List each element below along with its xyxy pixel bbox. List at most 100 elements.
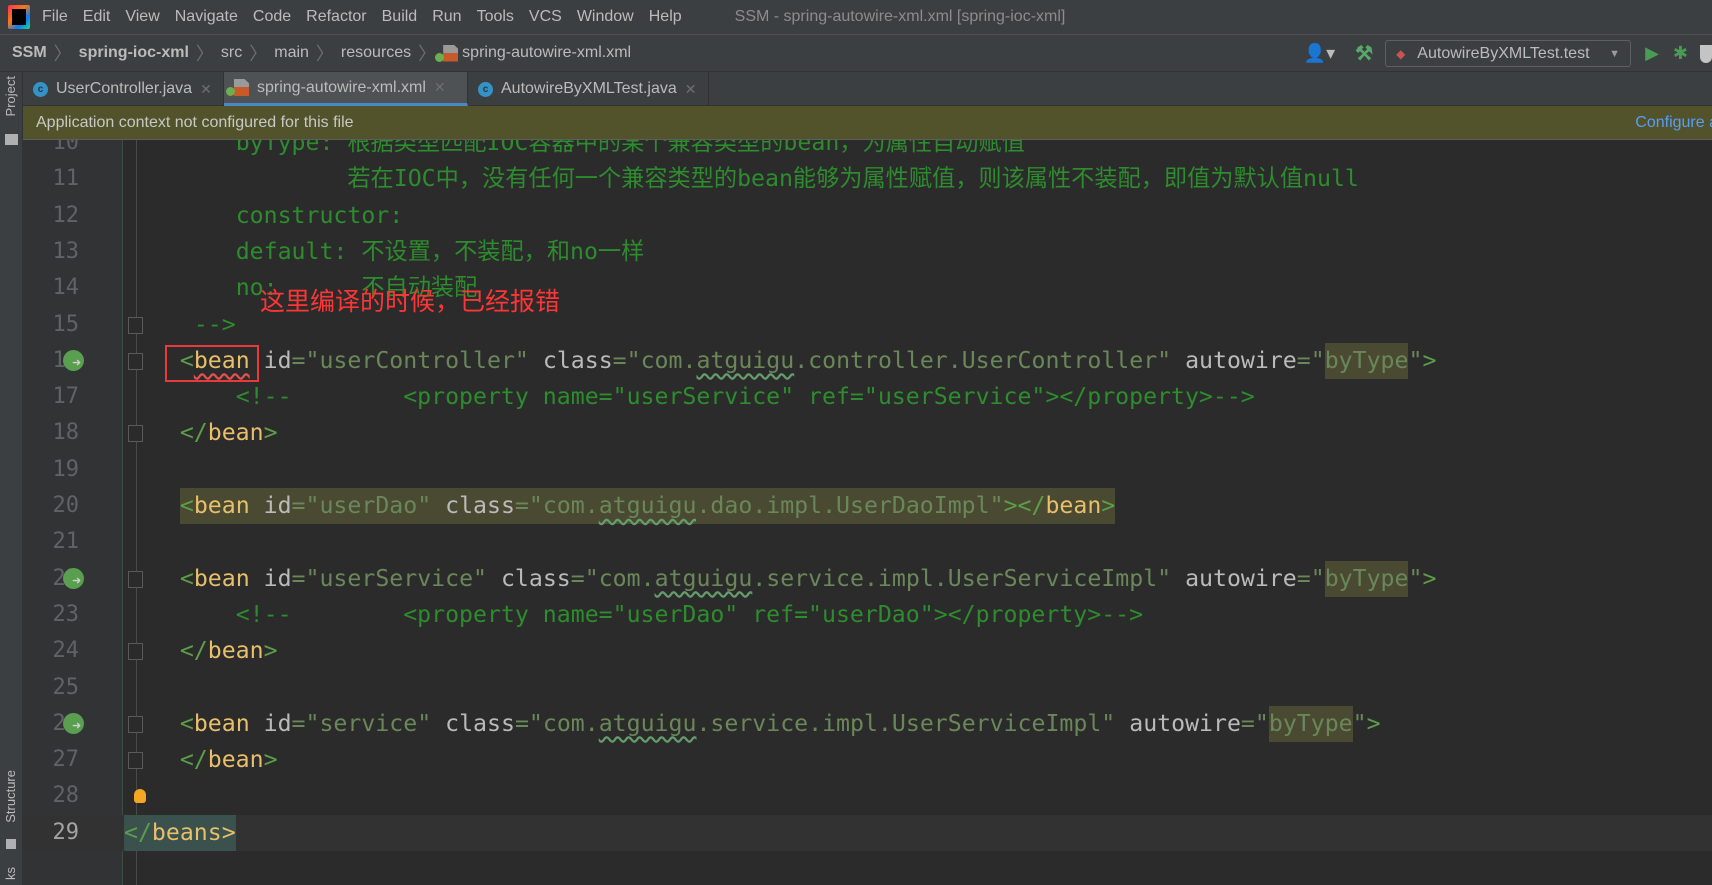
code-line-18[interactable]: 18 </bean> [23, 415, 1712, 451]
window-title: SSM - spring-autowire-xml.xml [spring-io… [734, 8, 1066, 25]
menu-navigate[interactable]: Navigate [175, 8, 238, 26]
code-line-16[interactable]: 16 <bean id="userController" class="com.… [23, 342, 1712, 379]
code-token: byType [1324, 342, 1409, 379]
code-token: bean [193, 488, 250, 524]
code-token: = [291, 564, 306, 592]
breadcrumb-separator: 〉 [315, 44, 334, 64]
breadcrumb-item[interactable]: spring-ioc-xml [79, 44, 189, 62]
menu-help[interactable]: Help [649, 8, 682, 26]
close-icon[interactable]: ✕ [685, 81, 697, 98]
menu-file[interactable]: File [42, 8, 68, 26]
breadcrumb-src[interactable]: src [221, 44, 242, 62]
breadcrumb-project[interactable]: SSM [12, 44, 47, 62]
run-icon[interactable]: ▶ [1645, 43, 1659, 64]
code-token: < [179, 564, 194, 592]
spring-bean-navigate-icon[interactable] [63, 712, 84, 734]
code-line-20[interactable]: 20 <bean id="userDao" class="com.atguigu… [23, 488, 1712, 524]
banner-message: Application context not configured for t… [36, 113, 354, 131]
code-line-13[interactable]: 13 default: 不设置，不装配，和no一样 [23, 234, 1712, 270]
menu-view[interactable]: View [125, 8, 159, 26]
code-line-28[interactable]: 28 [23, 778, 1712, 814]
menu-refactor[interactable]: Refactor [306, 8, 366, 26]
code-token: constructor: [235, 201, 404, 229]
configure-link[interactable]: Configure a [1635, 114, 1712, 132]
code-token: </ [179, 419, 208, 447]
code-line-22[interactable]: 22 <bean id="userService" class="com.atg… [23, 560, 1712, 597]
menu-run[interactable]: Run [432, 8, 461, 26]
spring-bean-navigate-icon[interactable] [63, 567, 84, 589]
code-token: id [249, 488, 292, 524]
code-line-27[interactable]: 27 </bean> [23, 742, 1712, 778]
code-token: byType [1268, 705, 1353, 742]
code-text: default: 不设置，不装配，和no一样 [124, 234, 645, 270]
line-number: 24 [52, 638, 80, 664]
code-line-29[interactable]: 29 </beans> [23, 814, 1712, 851]
menu-tools[interactable]: Tools [477, 8, 514, 26]
breadcrumb-module[interactable]: spring-ioc-xml [79, 44, 189, 62]
code-token: > [1366, 709, 1381, 737]
code-token: " [1254, 709, 1269, 737]
code-token: " [1310, 346, 1325, 374]
coverage-shield-icon[interactable] [1700, 44, 1712, 63]
code-line-25[interactable]: 25 [23, 670, 1712, 706]
menu-code[interactable]: Code [253, 8, 291, 26]
code-token: autowire [1129, 709, 1241, 737]
menu-edit[interactable]: Edit [83, 8, 111, 26]
breadcrumb-main[interactable]: main [274, 44, 309, 62]
code-text: byType: 根据类型匹配IOC容器中的某个兼容类型的bean，为属性自动赋值 [124, 140, 1025, 161]
code-line-10[interactable]: 10 byType: 根据类型匹配IOC容器中的某个兼容类型的bean，为属性自… [23, 140, 1712, 161]
code-token: .controller.UserController" [794, 346, 1172, 374]
spring-bean-navigate-icon[interactable] [63, 349, 84, 371]
line-number: 25 [52, 674, 80, 700]
menu-vcs[interactable]: VCS [529, 8, 562, 26]
code-line-12[interactable]: 12 constructor: [23, 198, 1712, 234]
code-token: beans [151, 814, 222, 851]
breadcrumb-item[interactable]: SSM [12, 44, 47, 62]
code-line-24[interactable]: 24 </bean> [23, 633, 1712, 669]
breadcrumb-resources[interactable]: resources [341, 44, 411, 62]
menu-build[interactable]: Build [382, 8, 418, 26]
code-line-21[interactable]: 21 [23, 524, 1712, 560]
code-line-19[interactable]: 19 [23, 452, 1712, 488]
code-line-11[interactable]: 11 若在IOC中，没有任何一个兼容类型的bean能够为属性赋值，则该属性不装配… [23, 161, 1712, 197]
tab-user-controller[interactable]: c UserController.java ✕ [23, 72, 224, 106]
code-token: </ [179, 746, 208, 774]
code-token: "com. [528, 709, 599, 737]
code-token: " [1408, 564, 1423, 592]
line-number: 10 [52, 140, 80, 155]
close-icon[interactable]: ✕ [200, 81, 212, 98]
code-token: id [263, 564, 292, 592]
code-editor[interactable]: 10 byType: 根据类型匹配IOC容器中的某个兼容类型的bean，为属性自… [23, 140, 1712, 885]
run-configuration-select[interactable]: ◆ AutowireByXMLTest.test ▼ [1385, 40, 1632, 67]
code-line-23[interactable]: 23 <!-- <property name="userDao" ref="us… [23, 597, 1712, 633]
close-icon[interactable]: ✕ [434, 79, 446, 96]
lightbulb-icon[interactable] [134, 789, 146, 804]
code-line-26[interactable]: 26 <bean id="service" class="com.atguigu… [23, 705, 1712, 742]
error-annotation: 这里编译的时候，已经报错 [260, 288, 561, 316]
build-hammer-icon[interactable]: ⚒ [1355, 41, 1373, 66]
bookmarks-tool-button[interactable]: ks [3, 867, 18, 880]
code-text: <bean id="service" class="com.atguigu.se… [124, 705, 1381, 742]
debug-bug-icon[interactable]: ✱ [1673, 43, 1688, 64]
code-token: autowire [1185, 346, 1297, 374]
spring-xml-icon [234, 79, 249, 96]
code-token: bean [207, 419, 264, 447]
line-number: 14 [52, 275, 80, 301]
user-icon[interactable]: 👤▾ [1304, 43, 1335, 64]
tab-autowire-test[interactable]: c AutowireByXMLTest.java ✕ [468, 72, 709, 106]
breadcrumb-separator: 〉 [195, 44, 214, 64]
project-tool-button[interactable]: Project [3, 76, 18, 116]
breadcrumb-file[interactable]: spring-autowire-xml.xml [435, 44, 631, 62]
line-number: 18 [52, 420, 80, 446]
notification-banner: Application context not configured for t… [23, 106, 1712, 140]
code-line-17[interactable]: 17 <!-- <property name="userService" ref… [23, 379, 1712, 415]
tab-spring-autowire-xml[interactable]: spring-autowire-xml.xml ✕ [224, 72, 468, 106]
structure-tool-button[interactable]: Structure [3, 770, 18, 823]
menu-window[interactable]: Window [577, 8, 634, 26]
